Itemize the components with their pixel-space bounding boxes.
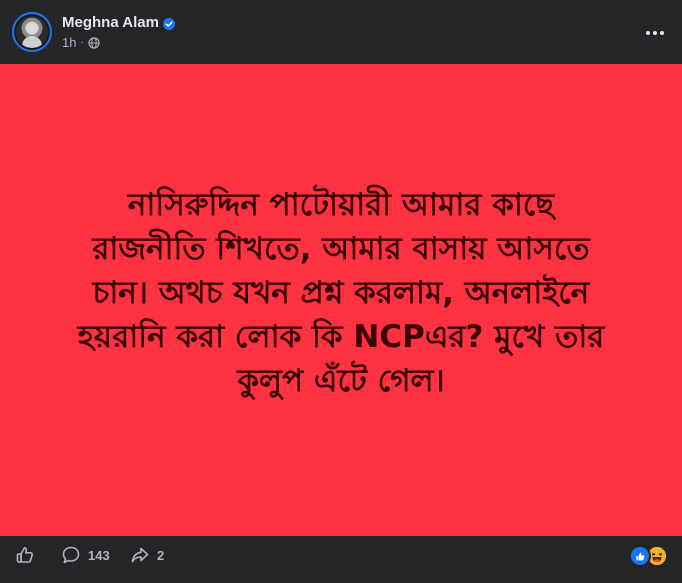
globe-icon[interactable] [88, 36, 100, 49]
post-card: Meghna Alam 1h · নাসিরুদ্দিন পাটোয়ারী আ… [0, 0, 682, 583]
share-count: 2 [157, 547, 165, 563]
comment-count: 143 [88, 547, 110, 563]
author-row: Meghna Alam [62, 14, 175, 31]
post-text: নাসিরুদ্দিন পাটোয়ারী আমার কাছে রাজনীতি … [77, 187, 605, 399]
post-meta: 1h · [62, 35, 100, 50]
comment-icon [61, 545, 81, 565]
avatar-image [14, 14, 50, 50]
meta-separator: · [80, 37, 84, 48]
more-options-icon [645, 23, 665, 41]
verified-badge-icon [162, 17, 175, 30]
share-icon [130, 545, 150, 565]
post-content[interactable]: নাসিরুদ্দিন পাটোয়ারী আমার কাছে রাজনীতি … [0, 64, 682, 536]
share-button[interactable]: 2 [130, 545, 164, 565]
author-avatar[interactable] [12, 12, 52, 52]
thumbs-up-icon [15, 545, 35, 565]
post-header: Meghna Alam 1h · [0, 0, 682, 64]
reactions-summary[interactable] [629, 545, 668, 567]
author-name[interactable]: Meghna Alam [62, 14, 159, 31]
more-options-button[interactable] [642, 20, 668, 44]
post-footer: 143 2 [0, 536, 682, 583]
like-reaction-icon [629, 545, 651, 567]
post-timestamp[interactable]: 1h [62, 35, 76, 50]
comment-button[interactable]: 143 [61, 545, 110, 565]
like-button[interactable] [15, 545, 35, 565]
